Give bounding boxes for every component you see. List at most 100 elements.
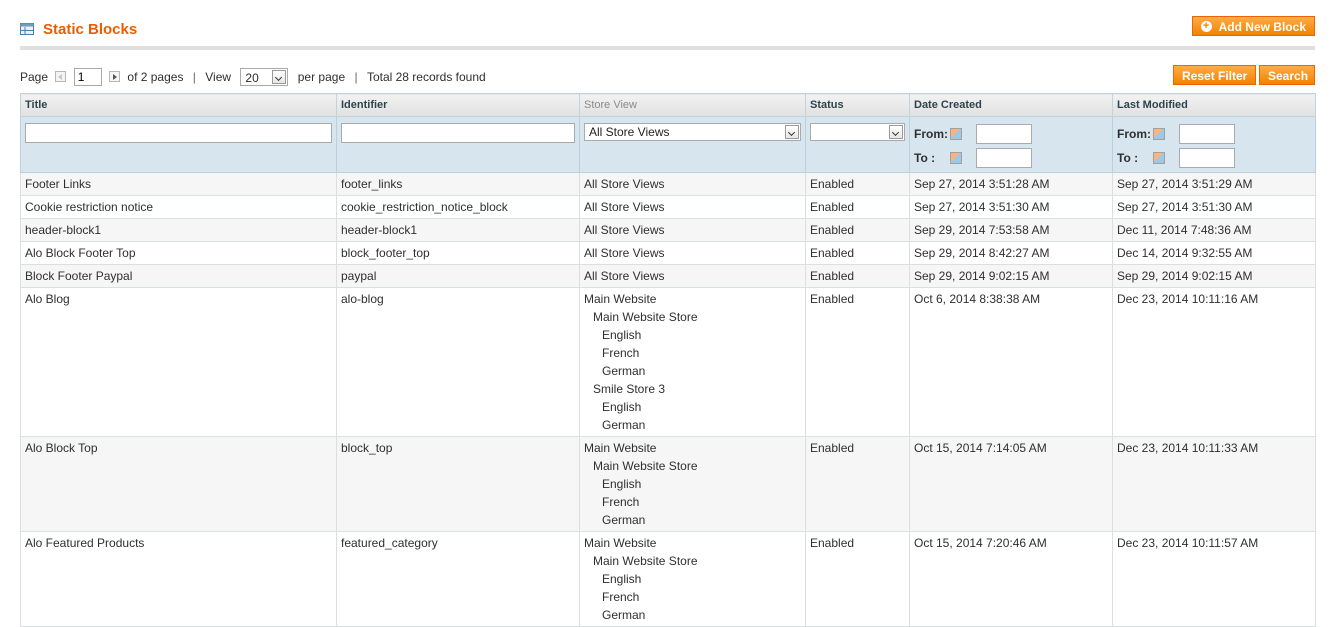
cell-identifier: block_top — [336, 436, 580, 532]
cell-store-view: All Store Views — [579, 218, 806, 242]
grid-icon — [20, 23, 34, 35]
filter-cell-date-created: From: To : — [909, 116, 1113, 173]
store-view-entry: All Store Views — [584, 200, 665, 214]
store-view-entry: Main Website — [584, 536, 657, 550]
table-row[interactable]: header-block1 header-block1 All Store View… — [20, 218, 1316, 242]
status-filter-select[interactable] — [810, 123, 905, 141]
cell-identifier: header-block1 — [336, 218, 580, 242]
cell-status: Enabled — [805, 241, 910, 265]
view-label: View — [205, 69, 232, 84]
column-header-identifier[interactable]: Identifier — [336, 93, 580, 117]
cell-store-view: All Store Views — [579, 172, 806, 196]
cell-last-modified: Dec 14, 2014 9:32:55 AM — [1112, 241, 1316, 265]
table-row[interactable]: Block Footer Paypal paypal All Store Views… — [20, 264, 1316, 288]
filter-cell-last-modified: From: To : — [1112, 116, 1316, 173]
calendar-icon[interactable] — [1153, 152, 1165, 164]
page-label: Page — [20, 69, 49, 84]
modified-to-input[interactable] — [1179, 148, 1235, 168]
cell-identifier: alo-blog — [336, 287, 580, 437]
table-row[interactable]: Cookie restriction notice cookie_restrict… — [20, 195, 1316, 219]
store-view-entry: All Store Views — [584, 223, 665, 237]
title-filter-input[interactable] — [25, 123, 332, 143]
add-new-block-button[interactable]: + Add New Block — [1191, 16, 1315, 36]
grid-body: Footer Links footer_links All Store Views E… — [20, 172, 1316, 627]
page-header: Static Blocks + Add New Block — [20, 16, 1315, 50]
created-to-input[interactable] — [976, 148, 1032, 168]
previous-page-icon[interactable] — [55, 71, 67, 83]
column-header-last-modified[interactable]: Last Modified — [1112, 93, 1316, 117]
table-row[interactable]: Alo Block Top block_top Main Website Main W… — [20, 436, 1316, 532]
cell-last-modified: Sep 27, 2014 3:51:29 AM — [1112, 172, 1316, 196]
cell-identifier: footer_links — [336, 172, 580, 196]
calendar-icon[interactable] — [950, 152, 962, 164]
table-row[interactable]: Footer Links footer_links All Store Views E… — [20, 172, 1316, 196]
cell-date-created: Sep 27, 2014 3:51:30 AM — [909, 195, 1113, 219]
cell-status: Enabled — [805, 264, 910, 288]
column-header-date-created[interactable]: Date Created — [909, 93, 1113, 117]
column-header-status[interactable]: Status — [805, 93, 910, 117]
store-view-entry: Main Website — [584, 292, 657, 306]
page-number-input[interactable] — [73, 67, 102, 86]
modified-from-label: From: — [1117, 127, 1151, 141]
cell-date-created: Oct 6, 2014 8:38:38 AM — [909, 287, 1113, 437]
total-records: Total 28 records found — [366, 69, 486, 84]
per-page-select[interactable]: 20 — [240, 67, 289, 86]
table-row[interactable]: Alo Blog alo-blog Main Website Main Website… — [20, 287, 1316, 437]
add-new-block-label: Add New Block — [1218, 20, 1306, 34]
cell-title: Block Footer Paypal — [20, 264, 337, 288]
table-row[interactable]: Alo Block Footer Top block_footer_top All … — [20, 241, 1316, 265]
cell-title: Cookie restriction notice — [20, 195, 337, 219]
table-row[interactable]: Alo Featured Products featured_category Ma… — [20, 531, 1316, 627]
store-view-entry: English — [602, 400, 642, 414]
created-from-input[interactable] — [976, 124, 1032, 144]
cell-status: Enabled — [805, 436, 910, 532]
filter-cell-status — [805, 116, 910, 173]
per-page-label: per page — [297, 69, 346, 84]
cell-title: Alo Block Footer Top — [20, 241, 337, 265]
cell-identifier: featured_category — [336, 531, 580, 627]
cell-status: Enabled — [805, 218, 910, 242]
store-view-filter-value: All Store Views — [589, 125, 670, 139]
cell-store-view: Main Website Main Website Store English Fre… — [579, 531, 806, 627]
cell-status: Enabled — [805, 287, 910, 437]
store-view-entry: Smile Store 3 — [593, 382, 666, 396]
static-blocks-grid: Title Identifier Store View Status Date … — [20, 93, 1316, 627]
pager-separator-2: | — [354, 69, 358, 84]
chevron-down-icon — [785, 125, 799, 139]
created-to-label: To : — [914, 151, 936, 165]
cell-store-view: All Store Views — [579, 241, 806, 265]
cell-date-created: Sep 29, 2014 7:53:58 AM — [909, 218, 1113, 242]
cell-title: Alo Blog — [20, 287, 337, 437]
cell-title: Alo Block Top — [20, 436, 337, 532]
plus-icon: + — [1200, 21, 1212, 32]
cell-status: Enabled — [805, 195, 910, 219]
reset-filter-button[interactable]: Reset Filter — [1173, 65, 1257, 85]
store-view-entry: All Store Views — [584, 246, 665, 260]
column-header-title[interactable]: Title — [20, 93, 337, 117]
chevron-down-icon — [889, 125, 903, 139]
identifier-filter-input[interactable] — [341, 123, 575, 143]
search-button[interactable]: Search — [1259, 65, 1315, 85]
cell-identifier: block_footer_top — [336, 241, 580, 265]
cell-store-view: Main Website Main Website Store English Fre… — [579, 436, 806, 532]
filter-cell-title — [20, 116, 337, 173]
cell-last-modified: Dec 23, 2014 10:11:33 AM — [1112, 436, 1316, 532]
per-page-value: 20 — [245, 70, 259, 85]
store-view-entry: French — [602, 590, 640, 604]
pager: Page of 2 pages | View 20 per page | Tot… — [20, 66, 486, 86]
calendar-icon[interactable] — [1153, 128, 1165, 140]
store-view-filter-select[interactable]: All Store Views — [584, 123, 801, 141]
store-view-entry: Main Website Store — [593, 459, 698, 473]
modified-from-input[interactable] — [1179, 124, 1235, 144]
cell-title: header-block1 — [20, 218, 337, 242]
next-page-icon[interactable] — [109, 71, 121, 83]
cell-store-view: All Store Views — [579, 264, 806, 288]
store-view-entry: All Store Views — [584, 269, 665, 283]
modified-to-label: To : — [1117, 151, 1139, 165]
calendar-icon[interactable] — [950, 128, 962, 140]
cell-last-modified: Dec 11, 2014 7:48:36 AM — [1112, 218, 1316, 242]
cell-status: Enabled — [805, 531, 910, 627]
cell-identifier: cookie_restriction_notice_block — [336, 195, 580, 219]
cell-date-created: Sep 27, 2014 3:51:28 AM — [909, 172, 1113, 196]
cell-title: Footer Links — [20, 172, 337, 196]
